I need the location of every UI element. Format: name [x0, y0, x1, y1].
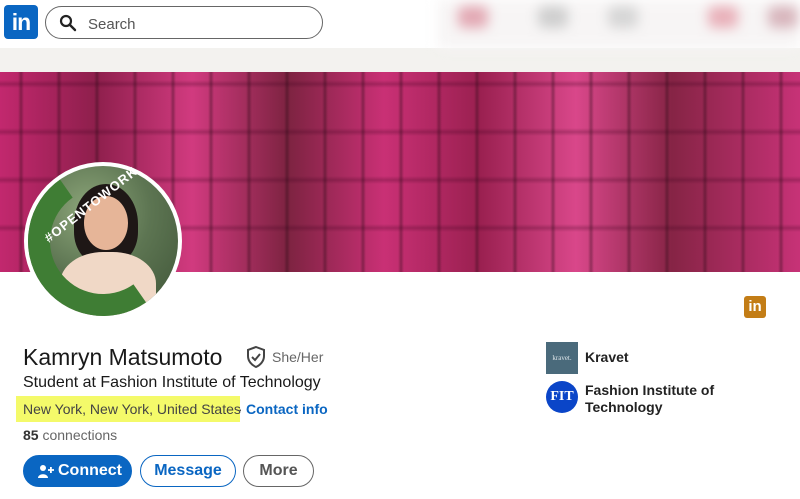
connections-number: 85 [23, 427, 39, 443]
search-input[interactable] [86, 12, 310, 36]
more-button[interactable]: More [243, 455, 314, 487]
linkedin-badge-icon[interactable]: in [744, 296, 766, 318]
connect-label: Connect [58, 462, 122, 479]
add-person-icon [38, 465, 54, 478]
separator-dot: · [238, 401, 243, 417]
pronouns: She/Her [272, 349, 324, 365]
kravet-logo: kravet. [546, 342, 578, 374]
blurred-nav-items [438, 0, 800, 48]
verified-shield-icon[interactable] [246, 346, 266, 368]
search-box[interactable] [45, 6, 323, 39]
top-nav-bar: in [0, 0, 800, 48]
connect-button[interactable]: Connect [23, 455, 132, 487]
profile-location: New York, New York, United States [16, 396, 241, 422]
fit-logo: FIT [546, 381, 578, 413]
connections-label: connections [42, 427, 118, 443]
education-name: Fashion Institute of Technology [585, 382, 715, 415]
connections-count[interactable]: 85 connections [23, 427, 117, 443]
profile-name: Kamryn Matsumoto [23, 344, 223, 370]
profile-card: #OPENTOWORK in Kamryn Matsumoto She/Her … [0, 72, 800, 499]
linkedin-logo[interactable]: in [4, 5, 38, 39]
contact-info-link[interactable]: Contact info [246, 401, 328, 417]
profile-photo[interactable]: #OPENTOWORK [16, 154, 190, 328]
profile-headline: Student at Fashion Institute of Technolo… [23, 374, 321, 391]
search-icon [59, 14, 77, 32]
experience-name: Kravet [585, 349, 629, 365]
message-button[interactable]: Message [140, 455, 236, 487]
